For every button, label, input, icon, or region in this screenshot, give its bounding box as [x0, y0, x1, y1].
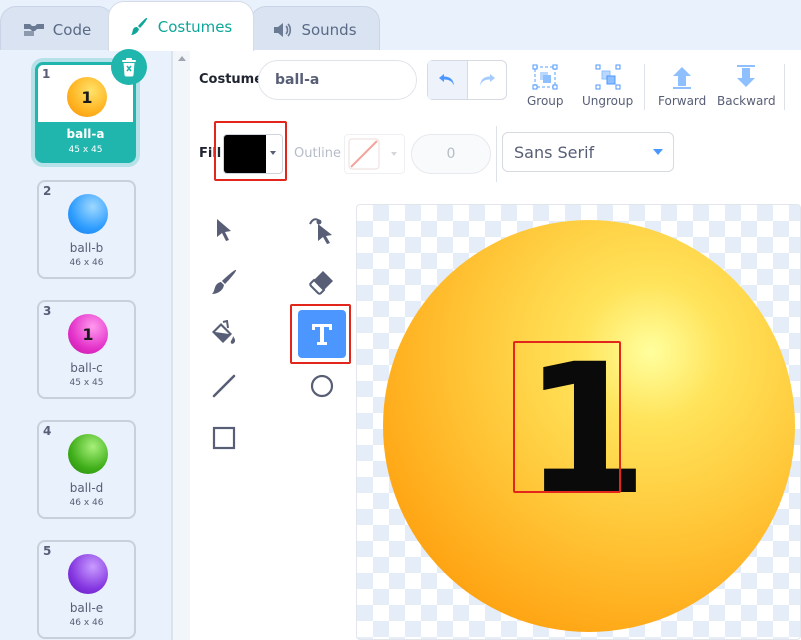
- costume-size: 45 x 45: [68, 145, 103, 155]
- undo-icon: [439, 74, 455, 86]
- costume-number: 4: [43, 424, 52, 438]
- undo-redo-group: [427, 60, 507, 100]
- forward-label: Forward: [658, 94, 707, 108]
- costume-thumbnail: [68, 554, 108, 594]
- paint-editor: Costume Group Ungroup Forward Backward F…: [190, 50, 801, 640]
- tab-code-label: Code: [52, 20, 92, 39]
- fill-color-picker[interactable]: [223, 134, 283, 174]
- arrow-up-icon: [673, 67, 692, 89]
- backward-label: Backward: [717, 94, 776, 108]
- caret-down-icon: [653, 149, 663, 155]
- tab-code[interactable]: Code: [0, 6, 114, 52]
- costume-number: 5: [43, 544, 52, 558]
- group-button[interactable]: Group: [527, 64, 564, 108]
- trash-icon: [122, 58, 136, 77]
- costume-item[interactable]: 3 1 ball-c 45 x 45: [37, 300, 136, 399]
- reshape-cursor-icon: [309, 218, 332, 244]
- outline-label: Outline: [294, 146, 342, 161]
- delete-costume-button[interactable]: [111, 49, 147, 85]
- costume-item[interactable]: 4 ball-d 46 x 46: [37, 420, 136, 519]
- no-color-icon: [348, 138, 380, 170]
- costume-item[interactable]: 2 ball-b 46 x 46: [37, 180, 136, 279]
- reshape-tool[interactable]: [298, 206, 346, 254]
- circle-icon: [310, 374, 334, 398]
- costume-size: 46 x 46: [69, 258, 104, 268]
- costume-name: ball-e: [69, 601, 104, 615]
- fill-tool[interactable]: [200, 310, 248, 358]
- tab-sounds[interactable]: Sounds: [250, 6, 380, 52]
- costume-name: ball-b: [69, 241, 104, 255]
- costume-size: 46 x 46: [69, 498, 104, 508]
- font-dropdown[interactable]: Sans Serif: [502, 132, 674, 172]
- costume-name-input[interactable]: [258, 60, 417, 100]
- toolbar-divider: [784, 64, 785, 110]
- paint-bucket-icon: [212, 320, 236, 344]
- code-blocks-icon: [23, 23, 44, 36]
- costume-list-scrollbar[interactable]: [172, 50, 190, 640]
- costume-thumbnail: [68, 194, 108, 234]
- tab-costumes-label: Costumes: [157, 17, 233, 36]
- thumbnail-glyph: 1: [82, 324, 94, 344]
- arrow-cursor-icon: [217, 219, 231, 241]
- toolbar-divider: [496, 126, 497, 182]
- fill-label: Fill: [199, 146, 222, 161]
- arrow-down-icon: [737, 65, 756, 87]
- rectangle-icon: [212, 426, 236, 450]
- eraser-tool[interactable]: [298, 258, 346, 306]
- costume-name: ball-d: [69, 481, 104, 495]
- caret-down-icon: [391, 152, 397, 156]
- circle-tool[interactable]: [298, 362, 346, 410]
- fill-color-swatch: [224, 135, 266, 173]
- paintbrush-icon: [130, 17, 147, 35]
- speaker-icon: [274, 22, 292, 37]
- costume-size: 45 x 45: [69, 378, 104, 388]
- redo-button[interactable]: [468, 61, 507, 99]
- caret-down-icon: [270, 151, 276, 155]
- select-tool[interactable]: [200, 206, 248, 254]
- group-label: Group: [527, 94, 564, 108]
- brush-icon: [212, 269, 237, 294]
- costume-number: 1: [42, 67, 51, 81]
- tab-costumes[interactable]: Costumes: [108, 1, 254, 51]
- undo-button[interactable]: [428, 61, 468, 99]
- font-dropdown-value: Sans Serif: [514, 142, 595, 162]
- redo-icon: [479, 74, 495, 86]
- brush-tool[interactable]: [200, 258, 248, 306]
- forward-button[interactable]: Forward: [658, 64, 706, 108]
- paint-canvas[interactable]: 1: [356, 204, 801, 640]
- canvas-text[interactable]: 1: [523, 341, 648, 521]
- outline-width-input[interactable]: 0: [411, 134, 491, 174]
- text-tool[interactable]: [298, 310, 346, 358]
- costume-item[interactable]: 5 ball-e 46 x 46: [37, 540, 136, 639]
- costume-number: 3: [43, 304, 52, 318]
- outline-color-picker[interactable]: [344, 134, 405, 174]
- costume-list: 1 1 ball-a 45 x 45 2 ball-b 46 x 46 3 1 …: [0, 50, 172, 640]
- costume-size: 46 x 46: [69, 618, 104, 628]
- costume-name: ball-c: [70, 361, 103, 375]
- text-t-icon: [312, 324, 332, 345]
- costume-thumbnail: [68, 434, 108, 474]
- costume-name: ball-a: [66, 127, 105, 141]
- scroll-up-arrow-icon[interactable]: [178, 56, 186, 61]
- tab-sounds-label: Sounds: [301, 20, 357, 39]
- ungroup-label: Ungroup: [582, 94, 634, 108]
- group-icon: [532, 64, 558, 90]
- costume-thumbnail: 1: [67, 77, 107, 117]
- rectangle-tool[interactable]: [200, 414, 248, 462]
- backward-button[interactable]: Backward: [717, 64, 776, 108]
- thumbnail-glyph: 1: [81, 87, 93, 107]
- ungroup-icon: [595, 64, 621, 90]
- costume-name-label: Costume: [199, 72, 264, 87]
- editor-tabs: Code Costumes Sounds: [0, 0, 801, 52]
- costume-thumbnail: 1: [68, 314, 108, 354]
- costume-number: 2: [43, 184, 52, 198]
- line-icon: [212, 374, 236, 398]
- ungroup-button[interactable]: Ungroup: [582, 64, 633, 108]
- eraser-icon: [309, 271, 333, 295]
- line-tool[interactable]: [200, 362, 248, 410]
- toolbar-divider: [644, 64, 645, 110]
